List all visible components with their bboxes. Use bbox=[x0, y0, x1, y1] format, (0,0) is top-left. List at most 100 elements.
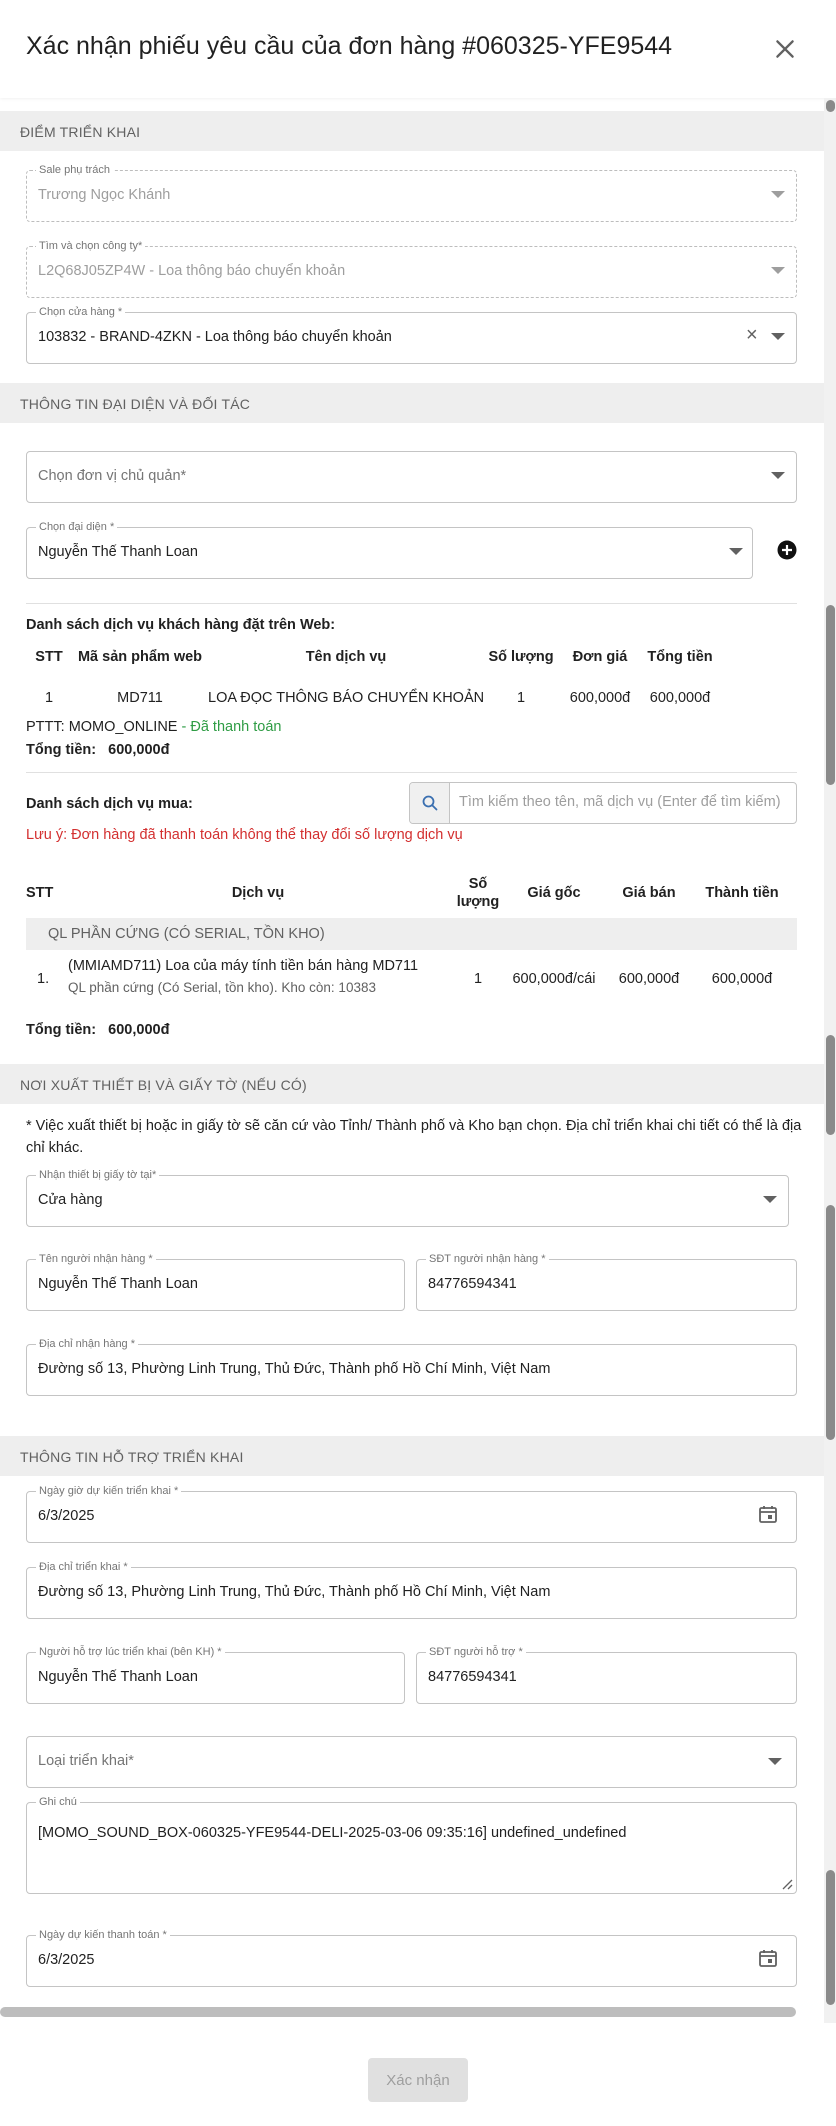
company-label: Tìm và chọn công ty* bbox=[36, 239, 146, 253]
search-placeholder: Tìm kiếm theo tên, mã dịch vụ (Enter để … bbox=[459, 794, 781, 810]
col-service: Dịch vụ bbox=[231, 885, 285, 901]
support-phone-label: SĐT người hỗ trợ * bbox=[426, 1645, 526, 1659]
deploy-address-field[interactable]: Địa chỉ triển khai * Đường số 13, Phường… bbox=[26, 1560, 797, 1619]
receive-at-value: Cửa hàng bbox=[38, 1192, 103, 1208]
chevron-down-icon[interactable] bbox=[729, 548, 743, 555]
divider bbox=[26, 603, 797, 604]
col-quantity: Số lượng bbox=[448, 875, 508, 911]
deploy-date-field[interactable]: Ngày giờ dự kiến triển khai * 6/3/2025 bbox=[26, 1484, 797, 1543]
group-header: QL PHẦN CỨNG (CÓ SERIAL, TỒN KHO) bbox=[26, 918, 797, 950]
store-value: 103832 - BRAND-4ZKN - Loa thông báo chuy… bbox=[38, 329, 392, 345]
horizontal-scrollbar[interactable] bbox=[0, 2007, 796, 2017]
receiver-name-label: Tên người nhận hàng * bbox=[36, 1252, 156, 1266]
scrollbar-thumb[interactable] bbox=[826, 1205, 835, 1440]
service-search-input[interactable]: Tìm kiếm theo tên, mã dịch vụ (Enter để … bbox=[409, 782, 797, 824]
deploy-type-select[interactable]: Loại triển khai* bbox=[26, 1736, 797, 1788]
section-support: THÔNG TIN HỖ TRỢ TRIỂN KHAI bbox=[0, 1436, 824, 1476]
note-value: [MOMO_SOUND_BOX-060325-YFE9544-DELI-2025… bbox=[38, 1825, 627, 1841]
chevron-down-icon[interactable] bbox=[771, 472, 785, 479]
section-title: NƠI XUẤT THIẾT BỊ VÀ GIẤY TỜ (NẾU CÓ) bbox=[20, 1077, 307, 1093]
resize-handle-icon[interactable] bbox=[781, 1878, 793, 1890]
owner-unit-placeholder: Chọn đơn vị chủ quản* bbox=[38, 468, 187, 484]
receiver-name-field[interactable]: Tên người nhận hàng * Nguyễn Thế Thanh L… bbox=[26, 1252, 405, 1311]
col-quantity-line1: Số bbox=[468, 876, 488, 892]
scrollbar-thumb[interactable] bbox=[826, 605, 835, 785]
support-person-label: Người hỗ trợ lúc triển khai (bên KH) * bbox=[36, 1645, 225, 1659]
company-value: L2Q68J05ZP4W - Loa thông báo chuyển khoả… bbox=[38, 263, 346, 279]
receive-address-field[interactable]: Địa chỉ nhận hàng * Đường số 13, Phường … bbox=[26, 1337, 797, 1396]
delivery-info-line2: chỉ khác. bbox=[26, 1140, 84, 1156]
dialog-header: Xác nhận phiếu yêu cầu của đơn hàng #060… bbox=[0, 0, 836, 98]
section-deploy-point: ĐIỂM TRIỂN KHAI bbox=[0, 111, 824, 151]
payment-date-field[interactable]: Ngày dự kiến thanh toán * 6/3/2025 bbox=[26, 1928, 797, 1987]
cell-amount: 600,000đ bbox=[711, 971, 773, 987]
col-web-code: Mã sản phẩm web bbox=[77, 649, 203, 665]
store-select[interactable]: Chọn cửa hàng * 103832 - BRAND-4ZKN - Lo… bbox=[26, 305, 797, 364]
purchase-total-label: Tổng tiền: bbox=[26, 1022, 97, 1038]
section-title: THÔNG TIN ĐẠI DIỆN VÀ ĐỐI TÁC bbox=[20, 396, 251, 412]
search-button[interactable] bbox=[410, 783, 450, 823]
purchase-total: Tổng tiền: 600,000đ bbox=[26, 1022, 169, 1038]
sale-label: Sale phụ trách bbox=[36, 163, 113, 177]
col-total: Tổng tiền bbox=[647, 649, 713, 665]
company-field: Tìm và chọn công ty* L2Q68J05ZP4W - Loa … bbox=[26, 239, 797, 298]
delivery-info-line1: * Việc xuất thiết bị hoặc in giấy tờ sẽ … bbox=[26, 1118, 802, 1134]
owner-unit-select[interactable]: Chọn đơn vị chủ quản* bbox=[26, 451, 797, 503]
web-total: Tổng tiền: 600,000đ bbox=[26, 742, 169, 758]
sale-value: Trương Ngọc Khánh bbox=[38, 187, 171, 203]
receive-address-value: Đường số 13, Phường Linh Trung, Thủ Đức,… bbox=[38, 1361, 551, 1377]
calendar-icon[interactable] bbox=[758, 1504, 778, 1524]
cell-qty: 1 bbox=[473, 971, 483, 987]
section-title: THÔNG TIN HỖ TRỢ TRIỂN KHAI bbox=[20, 1449, 244, 1465]
support-phone-field[interactable]: SĐT người hỗ trợ * 84776594341 bbox=[416, 1645, 797, 1704]
chevron-down-icon[interactable] bbox=[763, 1196, 777, 1203]
clear-icon[interactable]: × bbox=[746, 324, 758, 347]
store-label: Chọn cửa hàng * bbox=[36, 305, 126, 319]
deploy-date-value: 6/3/2025 bbox=[38, 1508, 95, 1524]
scrollbar-thumb[interactable] bbox=[826, 1035, 835, 1135]
group-name: QL PHẦN CỨNG (CÓ SERIAL, TỒN KHO) bbox=[48, 926, 325, 942]
web-total-value: 600,000đ bbox=[108, 742, 170, 758]
confirm-button[interactable]: Xác nhận bbox=[368, 2058, 468, 2102]
dialog-content: ĐIỂM TRIỂN KHAI Sale phụ trách Trương Ng… bbox=[0, 98, 824, 2023]
note-textarea[interactable]: Ghi chú [MOMO_SOUND_BOX-060325-YFE9544-D… bbox=[26, 1795, 797, 1894]
payment-date-value: 6/3/2025 bbox=[38, 1952, 95, 1968]
deploy-address-label: Địa chỉ triển khai * bbox=[36, 1560, 131, 1574]
col-unit-price: Đơn giá bbox=[572, 649, 628, 665]
cell-price: 600,000đ bbox=[569, 690, 631, 706]
support-person-value: Nguyễn Thế Thanh Loan bbox=[38, 1669, 198, 1685]
receiver-phone-label: SĐT người nhận hàng * bbox=[426, 1252, 549, 1266]
cell-service-sub: QL phần cứng (Có Serial, tồn kho). Kho c… bbox=[68, 980, 376, 995]
web-total-label: Tổng tiền: bbox=[26, 742, 97, 758]
receiver-name-value: Nguyễn Thế Thanh Loan bbox=[38, 1276, 198, 1292]
purchase-title: Danh sách dịch vụ mua: bbox=[26, 796, 193, 812]
close-icon[interactable] bbox=[772, 36, 798, 62]
col-sale-price: Giá bán bbox=[622, 885, 676, 901]
search-icon bbox=[422, 795, 438, 811]
chevron-down-icon[interactable] bbox=[768, 1758, 782, 1765]
representative-value: Nguyễn Thế Thanh Loan bbox=[38, 544, 198, 560]
dialog-title: Xác nhận phiếu yêu cầu của đơn hàng #060… bbox=[26, 32, 673, 60]
add-representative-icon[interactable] bbox=[777, 540, 797, 560]
deploy-type-placeholder: Loại triển khai* bbox=[38, 1753, 134, 1769]
receiver-phone-field[interactable]: SĐT người nhận hàng * 84776594341 bbox=[416, 1252, 797, 1311]
payment-info: PTTT: MOMO_ONLINE - Đã thanh toán bbox=[26, 719, 281, 735]
chevron-down-icon[interactable] bbox=[771, 333, 785, 340]
calendar-icon[interactable] bbox=[758, 1948, 778, 1968]
scrollbar-thumb[interactable] bbox=[826, 1870, 835, 2005]
col-stt: STT bbox=[35, 649, 63, 665]
divider bbox=[26, 772, 797, 773]
deploy-date-label: Ngày giờ dự kiến triển khai * bbox=[36, 1484, 182, 1498]
cell-name: LOA ĐỌC THÔNG BÁO CHUYỂN KHOẢN bbox=[208, 690, 485, 706]
purchase-note: Lưu ý: Đơn hàng đã thanh toán không thể … bbox=[26, 827, 463, 843]
receive-at-select[interactable]: Nhận thiết bị giấy tờ tại* Cửa hàng bbox=[26, 1168, 789, 1227]
section-delivery: NƠI XUẤT THIẾT BỊ VÀ GIẤY TỜ (NẾU CÓ) bbox=[0, 1064, 824, 1104]
sale-field: Sale phụ trách Trương Ngọc Khánh bbox=[26, 163, 797, 222]
representative-select[interactable]: Chọn đại diện * Nguyễn Thế Thanh Loan bbox=[26, 520, 753, 579]
cell-stt: 1 bbox=[44, 690, 54, 706]
deploy-address-value: Đường số 13, Phường Linh Trung, Thủ Đức,… bbox=[38, 1584, 551, 1600]
support-person-field[interactable]: Người hỗ trợ lúc triển khai (bên KH) * N… bbox=[26, 1645, 405, 1704]
col-quantity-line2: lượng bbox=[456, 894, 500, 910]
section-title: ĐIỂM TRIỂN KHAI bbox=[20, 124, 141, 140]
scrollbar-thumb[interactable] bbox=[826, 100, 835, 112]
